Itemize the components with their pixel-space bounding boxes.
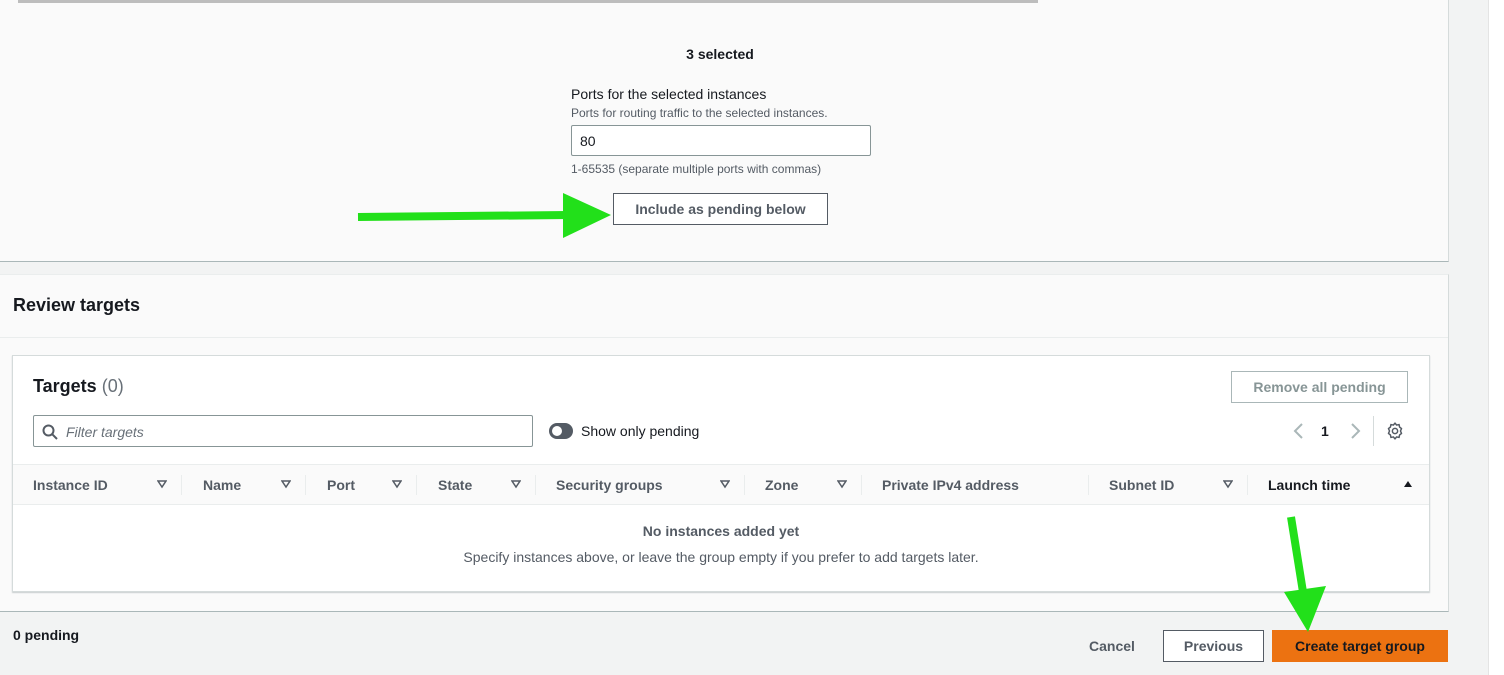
register-targets-panel: 3 selected Ports for the selected instan… xyxy=(0,0,1449,262)
column-label: Port xyxy=(327,476,355,493)
pending-count: 0 pending xyxy=(13,627,80,643)
column-label: Launch time xyxy=(1268,476,1351,493)
column-separator xyxy=(1247,475,1248,495)
empty-state-title: No instances added yet xyxy=(642,523,800,539)
sort-desc-icon[interactable] xyxy=(157,479,167,489)
column-security-groups[interactable]: Security groups xyxy=(556,465,663,504)
ports-description: Ports for routing traffic to the selecte… xyxy=(571,106,828,120)
column-separator xyxy=(1088,475,1089,495)
sort-desc-icon[interactable] xyxy=(837,479,847,489)
column-label: State xyxy=(438,476,473,493)
column-separator xyxy=(416,475,417,495)
column-label: Subnet ID xyxy=(1109,476,1175,493)
remove-all-pending-button[interactable]: Remove all pending xyxy=(1231,371,1408,403)
column-label: Private IPv4 address xyxy=(882,476,1019,493)
table-header: Instance ID Name Port State Security gro… xyxy=(13,464,1429,505)
review-targets-title: Review targets xyxy=(13,295,141,315)
review-targets-panel: Review targets Targets (0) Remove all pe… xyxy=(0,274,1449,612)
column-label: Instance ID xyxy=(33,476,108,493)
ports-label: Ports for the selected instances xyxy=(571,86,767,102)
search-icon xyxy=(42,424,58,440)
column-subnet-id[interactable]: Subnet ID xyxy=(1109,465,1174,504)
table-horizontal-scrollbar[interactable] xyxy=(18,0,1038,3)
column-state[interactable]: State xyxy=(438,465,472,504)
toggle-knob xyxy=(552,426,562,436)
ports-hint: 1-65535 (separate multiple ports with co… xyxy=(571,162,822,176)
filter-targets-input[interactable] xyxy=(64,416,528,448)
column-launch-time[interactable]: Launch time xyxy=(1268,465,1350,504)
sort-asc-active-icon[interactable] xyxy=(1403,479,1413,489)
chevron-right-icon[interactable] xyxy=(1347,422,1363,440)
chevron-left-icon[interactable] xyxy=(1291,422,1307,440)
column-separator xyxy=(744,475,745,495)
column-separator xyxy=(861,475,862,495)
column-name[interactable]: Name xyxy=(203,465,241,504)
column-label: Zone xyxy=(765,476,799,493)
column-separator xyxy=(535,475,536,495)
cancel-button[interactable]: Cancel xyxy=(1076,630,1148,662)
show-only-pending-toggle[interactable] xyxy=(549,423,573,439)
targets-table-card: Targets (0) Remove all pending Show only… xyxy=(12,355,1430,592)
column-separator xyxy=(305,475,306,495)
sort-desc-icon[interactable] xyxy=(1223,479,1233,489)
show-only-pending-label: Show only pending xyxy=(581,423,700,439)
sort-desc-icon[interactable] xyxy=(392,479,402,489)
selected-count: 3 selected xyxy=(686,46,754,62)
previous-button[interactable]: Previous xyxy=(1163,630,1264,662)
targets-count: (0) xyxy=(101,376,124,396)
gear-icon[interactable] xyxy=(1386,422,1404,440)
sort-desc-icon[interactable] xyxy=(720,479,730,489)
column-label: Security groups xyxy=(556,476,663,493)
create-target-group-button[interactable]: Create target group xyxy=(1272,630,1448,662)
column-port[interactable]: Port xyxy=(327,465,355,504)
column-zone[interactable]: Zone xyxy=(765,465,798,504)
vertical-scrollbar[interactable] xyxy=(1488,0,1504,675)
column-label: Name xyxy=(203,476,242,493)
column-instance-id[interactable]: Instance ID xyxy=(33,465,108,504)
filter-targets-box[interactable] xyxy=(33,415,533,448)
divider xyxy=(0,337,1448,338)
pager-separator xyxy=(1373,416,1374,446)
include-as-pending-button[interactable]: Include as pending below xyxy=(613,193,828,225)
empty-state-description: Specify instances above, or leave the gr… xyxy=(463,549,979,565)
column-private-ipv4-address: Private IPv4 address xyxy=(882,465,1019,504)
targets-title: Targets (0) xyxy=(33,376,124,397)
sort-desc-icon[interactable] xyxy=(511,479,521,489)
current-page-number[interactable]: 1 xyxy=(1321,423,1329,439)
sort-desc-icon[interactable] xyxy=(281,479,291,489)
targets-title-text: Targets xyxy=(33,376,97,396)
ports-input[interactable] xyxy=(571,125,871,156)
column-separator xyxy=(181,475,182,495)
